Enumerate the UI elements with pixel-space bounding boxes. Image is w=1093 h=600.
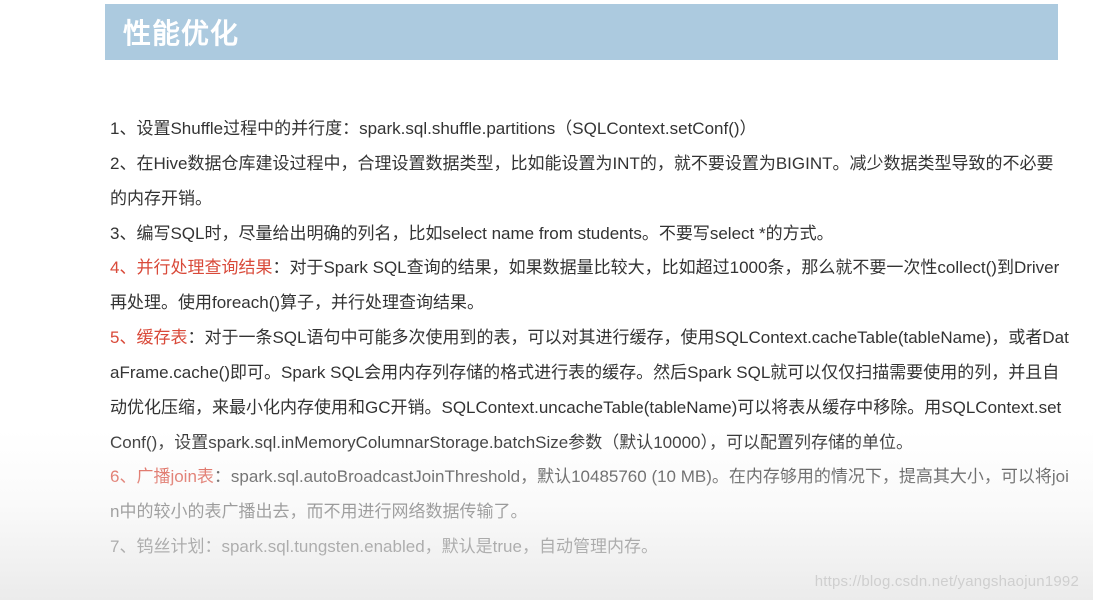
item-1: 1、设置Shuffle过程中的并行度：spark.sql.shuffle.par… xyxy=(110,112,1069,147)
item-5-text: ：对于一条SQL语句中可能多次使用到的表，可以对其进行缓存，使用SQLConte… xyxy=(110,328,1069,452)
item-7: 7、钨丝计划：spark.sql.tungsten.enabled，默认是tru… xyxy=(110,530,1069,565)
item-5: 5、缓存表：对于一条SQL语句中可能多次使用到的表，可以对其进行缓存，使用SQL… xyxy=(110,321,1069,460)
item-4-heading: 4、并行处理查询结果 xyxy=(110,258,272,277)
slide-title: 性能优化 xyxy=(123,18,239,49)
item-6-text: ：spark.sql.autoBroadcastJoinThreshold，默认… xyxy=(110,467,1069,521)
item-2: 2、在Hive数据仓库建设过程中，合理设置数据类型，比如能设置为INT的，就不要… xyxy=(110,147,1069,217)
slide-content: 1、设置Shuffle过程中的并行度：spark.sql.shuffle.par… xyxy=(110,112,1069,565)
item-6: 6、广播join表：spark.sql.autoBroadcastJoinThr… xyxy=(110,460,1069,530)
item-4: 4、并行处理查询结果：对于Spark SQL查询的结果，如果数据量比较大，比如超… xyxy=(110,251,1069,321)
item-5-heading: 5、缓存表 xyxy=(110,328,187,347)
item-3: 3、编写SQL时，尽量给出明确的列名，比如select name from st… xyxy=(110,217,1069,252)
slide-header: 性能优化 xyxy=(105,4,1058,60)
item-6-heading: 6、广播join表 xyxy=(110,467,214,486)
watermark-text: https://blog.csdn.net/yangshaojun1992 xyxy=(815,573,1079,590)
